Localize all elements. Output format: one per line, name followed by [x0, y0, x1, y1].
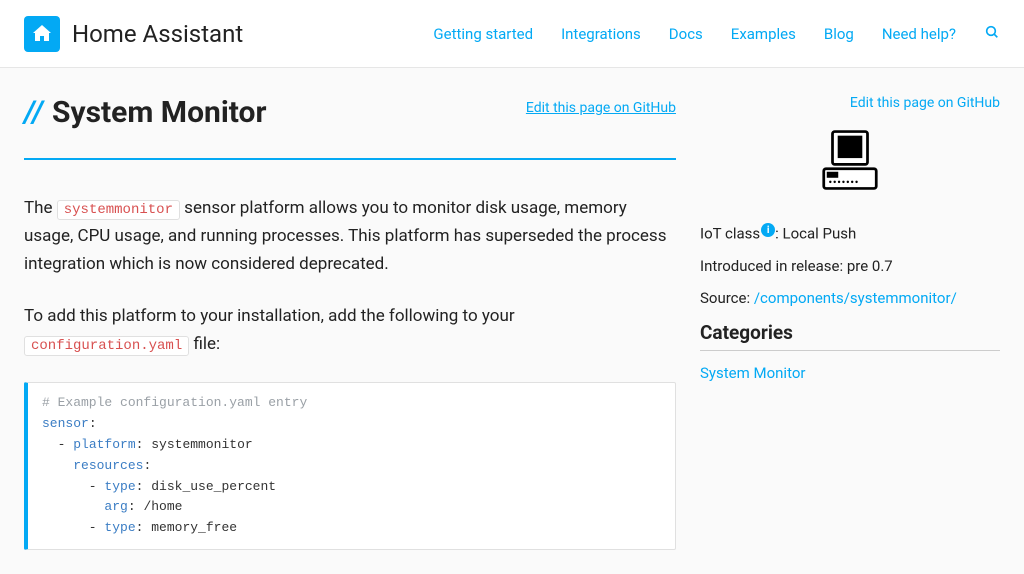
sidebar: Edit this page on GitHub IoT classi: Loc… [700, 92, 1000, 550]
main-nav: Getting started Integrations Docs Exampl… [433, 24, 1000, 44]
code-sep: : [136, 437, 152, 452]
iot-class-value: Local Push [783, 225, 857, 243]
code-sep: : [136, 479, 152, 494]
code-val-home: /home [143, 499, 182, 514]
title-row: // System Monitor Edit this page on GitH… [24, 92, 676, 130]
code-key-platform: platform [73, 437, 135, 452]
page-title: System Monitor [52, 95, 266, 130]
code-val-memfree: memory_free [151, 520, 237, 535]
iot-class-sep: : [775, 225, 782, 243]
category-system-monitor[interactable]: System Monitor [700, 364, 805, 382]
nav-getting-started[interactable]: Getting started [433, 25, 533, 43]
add-text-after: file: [189, 334, 220, 354]
iot-class-line: IoT classi: Local Push [700, 223, 1000, 243]
source-line: Source: /components/systemmonitor/ [700, 289, 1000, 307]
code-indent: - [42, 479, 104, 494]
intro-paragraph: The systemmonitor sensor platform allows… [24, 194, 676, 278]
nav-integrations[interactable]: Integrations [561, 25, 641, 43]
search-icon[interactable] [984, 24, 1000, 44]
code-key-resources: resources [73, 458, 143, 473]
code-sep: : [128, 499, 144, 514]
code-indent: - [42, 520, 104, 535]
nav-docs[interactable]: Docs [669, 25, 703, 43]
add-paragraph: To add this platform to your installatio… [24, 302, 676, 358]
page-container: // System Monitor Edit this page on GitH… [0, 68, 1024, 574]
example-config-codeblock: # Example configuration.yaml entry senso… [24, 382, 676, 550]
code-val-diskuse: disk_use_percent [151, 479, 276, 494]
code-comment: # Example configuration.yaml entry [42, 395, 307, 410]
title-divider [24, 158, 676, 160]
categories-heading: Categories [700, 321, 1000, 344]
nav-examples[interactable]: Examples [731, 25, 796, 43]
site-header: Home Assistant Getting started Integrati… [0, 0, 1024, 68]
code-colon: : [89, 416, 97, 431]
introduced-label: Introduced in release: [700, 257, 847, 275]
page-title-wrapper: // System Monitor [24, 92, 266, 130]
code-sep: : [136, 520, 152, 535]
config-yaml-code: configuration.yaml [24, 336, 189, 356]
code-key-sensor: sensor [42, 416, 89, 431]
source-label: Source: [700, 289, 754, 307]
sidebar-top: Edit this page on GitHub [700, 92, 1000, 111]
categories-divider [700, 350, 1000, 351]
brand-name: Home Assistant [72, 20, 243, 48]
code-val-systemmonitor: systemmonitor [151, 437, 252, 452]
intro-text-before: The [24, 198, 57, 218]
code-indent: - [42, 437, 73, 452]
title-slashes: // [24, 95, 44, 130]
introduced-line: Introduced in release: pre 0.7 [700, 257, 1000, 275]
edit-github-link[interactable]: Edit this page on GitHub [526, 100, 676, 116]
brand-logo-icon [24, 16, 60, 52]
code-key-arg: arg [104, 499, 127, 514]
nav-blog[interactable]: Blog [824, 25, 854, 43]
code-colon: : [143, 458, 151, 473]
code-key-type2: type [104, 520, 135, 535]
iot-class-label: IoT class [700, 225, 760, 243]
systemmonitor-code: systemmonitor [57, 200, 180, 220]
info-icon[interactable]: i [761, 223, 775, 237]
add-text-before: To add this platform to your installatio… [24, 306, 515, 326]
sidebar-edit-github-link[interactable]: Edit this page on GitHub [850, 95, 1000, 111]
brand[interactable]: Home Assistant [24, 16, 243, 52]
main-content: // System Monitor Edit this page on GitH… [24, 92, 676, 550]
code-indent [42, 499, 104, 514]
nav-need-help[interactable]: Need help? [882, 25, 956, 43]
computer-icon [700, 125, 1000, 195]
code-indent [42, 458, 73, 473]
introduced-value: pre 0.7 [847, 257, 893, 275]
code-key-type: type [104, 479, 135, 494]
source-link[interactable]: /components/systemmonitor/ [754, 289, 957, 307]
